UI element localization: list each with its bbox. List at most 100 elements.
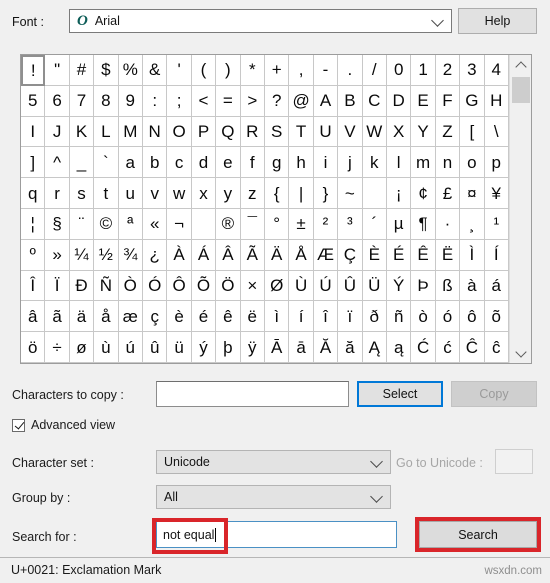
character-cell[interactable]: Æ <box>313 239 339 271</box>
character-cell[interactable]: 0 <box>386 55 412 86</box>
character-cell[interactable]: ' <box>167 55 192 86</box>
character-cell[interactable]: º <box>21 239 46 271</box>
character-cell[interactable]: Y <box>411 116 436 148</box>
character-cell[interactable]: ā <box>289 332 314 363</box>
character-cell[interactable]: ¦ <box>21 208 46 240</box>
character-cell[interactable]: q <box>21 178 46 209</box>
character-cell[interactable]: x <box>191 178 217 209</box>
character-cell[interactable]: û <box>142 332 168 363</box>
character-cell[interactable]: ° <box>264 208 290 240</box>
character-cell[interactable]: ª <box>118 208 143 240</box>
character-cell[interactable]: > <box>240 85 265 117</box>
character-cell[interactable]: E <box>411 85 436 117</box>
character-cell[interactable]: b <box>142 147 168 179</box>
character-cell[interactable]: L <box>94 116 119 148</box>
character-cell[interactable]: ´ <box>362 208 387 240</box>
character-cell[interactable]: C <box>362 85 387 117</box>
character-cell[interactable]: ¿ <box>142 239 168 271</box>
character-cell[interactable]: ü <box>167 332 192 363</box>
character-cell[interactable]: Í <box>484 239 509 271</box>
character-cell[interactable]: ÷ <box>45 332 70 363</box>
character-cell[interactable]: S <box>264 116 290 148</box>
character-cell[interactable]: Õ <box>191 270 217 302</box>
character-cell[interactable]: Ā <box>264 332 290 363</box>
character-cell[interactable]: 6 <box>45 85 70 117</box>
character-cell[interactable]: ¶ <box>411 208 436 240</box>
character-cell[interactable]: ] <box>21 147 46 179</box>
character-cell[interactable]: f <box>240 147 265 179</box>
character-cell[interactable]: a <box>118 147 143 179</box>
character-cell[interactable] <box>362 178 387 209</box>
character-cell[interactable]: 4 <box>484 55 509 86</box>
character-cell[interactable]: ô <box>460 301 485 333</box>
character-cell[interactable]: é <box>191 301 217 333</box>
character-cell[interactable]: ~ <box>338 178 363 209</box>
character-cell[interactable]: ; <box>167 85 192 117</box>
help-button[interactable]: Help <box>458 8 537 34</box>
character-cell[interactable]: # <box>69 55 95 86</box>
character-cell[interactable]: N <box>142 116 168 148</box>
character-cell[interactable]: à <box>460 270 485 302</box>
character-cell[interactable]: @ <box>289 85 314 117</box>
character-cell[interactable]: ! <box>21 55 46 86</box>
character-cell[interactable]: Ç <box>338 239 363 271</box>
character-cell[interactable]: ú <box>118 332 143 363</box>
character-cell[interactable]: O <box>167 116 192 148</box>
character-cell[interactable]: ÿ <box>240 332 265 363</box>
character-cell[interactable]: ² <box>313 208 339 240</box>
search-input[interactable]: not equal <box>156 521 397 548</box>
character-cell[interactable]: n <box>435 147 461 179</box>
advanced-view-checkbox[interactable]: Advanced view <box>12 418 115 432</box>
character-cell[interactable]: d <box>191 147 217 179</box>
character-cell[interactable]: % <box>118 55 143 86</box>
group-by-combobox[interactable]: All <box>156 485 391 509</box>
scrollbar-thumb[interactable] <box>512 77 530 103</box>
character-cell[interactable]: B <box>338 85 363 117</box>
character-cell[interactable]: Ë <box>435 239 461 271</box>
character-cell[interactable]: ­ <box>191 208 217 240</box>
character-cell[interactable]: ą <box>386 332 412 363</box>
character-cell[interactable]: ç <box>142 301 168 333</box>
character-cell[interactable]: P <box>191 116 217 148</box>
character-cell[interactable]: r <box>45 178 70 209</box>
characters-to-copy-input[interactable] <box>156 381 349 407</box>
character-cell[interactable]: Ê <box>411 239 436 271</box>
character-cell[interactable]: Â <box>216 239 241 271</box>
character-cell[interactable]: ø <box>69 332 95 363</box>
character-cell[interactable]: ã <box>45 301 70 333</box>
character-cell[interactable]: þ <box>216 332 241 363</box>
character-cell[interactable]: I <box>21 116 46 148</box>
character-cell[interactable]: È <box>362 239 387 271</box>
character-cell[interactable]: ä <box>69 301 95 333</box>
character-cell[interactable]: Ć <box>411 332 436 363</box>
character-cell[interactable]: w <box>167 178 192 209</box>
character-cell[interactable]: Þ <box>411 270 436 302</box>
character-cell[interactable]: v <box>142 178 168 209</box>
character-cell[interactable]: 1 <box>411 55 436 86</box>
character-cell[interactable]: s <box>69 178 95 209</box>
character-cell[interactable]: - <box>313 55 339 86</box>
character-cell[interactable]: y <box>216 178 241 209</box>
character-cell[interactable]: Ĉ <box>460 332 485 363</box>
character-cell[interactable]: ý <box>191 332 217 363</box>
character-cell[interactable]: µ <box>386 208 412 240</box>
character-cell[interactable]: ? <box>264 85 290 117</box>
character-cell[interactable]: í <box>289 301 314 333</box>
character-cell[interactable]: ñ <box>386 301 412 333</box>
character-cell[interactable]: ê <box>216 301 241 333</box>
character-cell[interactable]: u <box>118 178 143 209</box>
character-cell[interactable]: ¨ <box>69 208 95 240</box>
character-cell[interactable]: M <box>118 116 143 148</box>
character-cell[interactable]: Ä <box>264 239 290 271</box>
character-cell[interactable]: î <box>313 301 339 333</box>
character-cell[interactable]: ö <box>21 332 46 363</box>
character-cell[interactable]: m <box>411 147 436 179</box>
character-cell[interactable]: ć <box>435 332 461 363</box>
character-cell[interactable]: ¡ <box>386 178 412 209</box>
character-cell[interactable]: e <box>216 147 241 179</box>
character-cell[interactable]: É <box>386 239 412 271</box>
character-cell[interactable]: â <box>21 301 46 333</box>
character-cell[interactable]: Ð <box>69 270 95 302</box>
character-cell[interactable]: ) <box>216 55 241 86</box>
character-cell[interactable]: ± <box>289 208 314 240</box>
